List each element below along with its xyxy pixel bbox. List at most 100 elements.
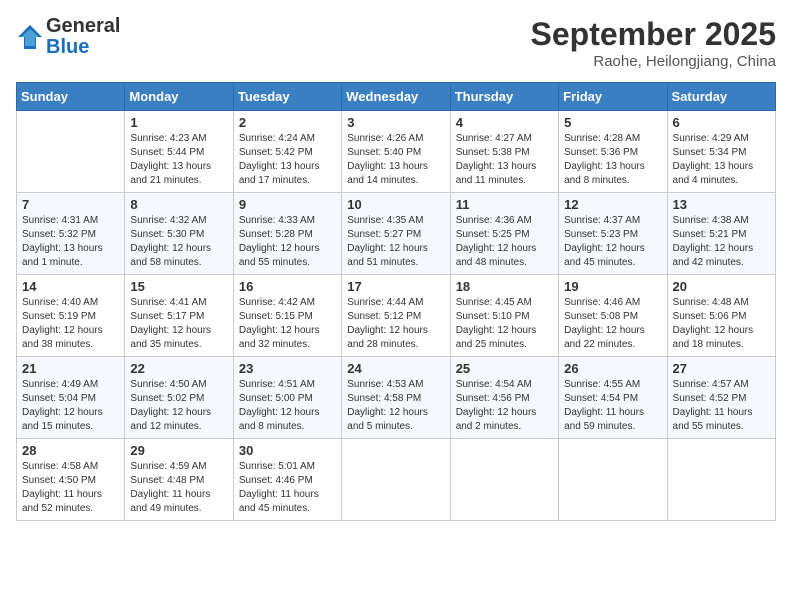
day-number: 14 [22,279,119,294]
day-number: 25 [456,361,553,376]
calendar-week-row: 14 Sunrise: 4:40 AMSunset: 5:19 PMDayligh… [17,275,776,357]
calendar-cell: 6Sunrise: 4:29 AMSunset: 5:34 PMDaylight… [667,111,775,193]
calendar-cell: 27Sunrise: 4:57 AMSunset: 4:52 PMDayligh… [667,357,775,439]
calendar-cell: 12 Sunrise: 4:37 AMSunset: 5:23 PMDayligh… [559,193,667,275]
day-number: 23 [239,361,336,376]
calendar-cell: 29Sunrise: 4:59 AMSunset: 4:48 PMDayligh… [125,439,233,521]
calendar-cell: 24 Sunrise: 4:53 AMSunset: 4:58 PMDayligh… [342,357,450,439]
day-info: Sunrise: 4:37 AMSunset: 5:23 PMDaylight:… [564,214,661,270]
calendar-week-row: 7 Sunrise: 4:31 AMSunset: 5:32 PMDaylight… [17,193,776,275]
day-of-week-header: Wednesday [342,83,450,111]
day-info: Sunrise: 4:58 AMSunset: 4:50 PMDaylight:… [22,460,119,516]
day-info: Sunrise: 4:27 AMSunset: 5:38 PMDaylight:… [456,132,553,188]
day-number: 8 [130,197,227,212]
day-info: Sunrise: 4:32 AMSunset: 5:30 PMDaylight:… [130,214,227,270]
calendar-cell: 7 Sunrise: 4:31 AMSunset: 5:32 PMDaylight… [17,193,125,275]
day-info: Sunrise: 4:44 AMSunset: 5:12 PMDaylight:… [347,296,444,352]
logo-blue: Blue [46,36,89,58]
day-of-week-header: Thursday [450,83,558,111]
day-info: Sunrise: 4:40 AMSunset: 5:19 PMDaylight:… [22,296,119,352]
day-number: 5 [564,115,661,130]
day-info: Sunrise: 4:41 AMSunset: 5:17 PMDaylight:… [130,296,227,352]
logo-general: General [46,15,120,37]
day-info: Sunrise: 5:01 AMSunset: 4:46 PMDaylight:… [239,460,336,516]
day-number: 15 [130,279,227,294]
day-info: Sunrise: 4:49 AMSunset: 5:04 PMDaylight:… [22,378,119,434]
day-info: Sunrise: 4:59 AMSunset: 4:48 PMDaylight:… [130,460,227,516]
calendar-cell [17,111,125,193]
calendar-table: SundayMondayTuesdayWednesdayThursdayFrid… [16,82,776,521]
day-number: 10 [347,197,444,212]
day-info: Sunrise: 4:53 AMSunset: 4:58 PMDaylight:… [347,378,444,434]
calendar-cell: 22Sunrise: 4:50 AMSunset: 5:02 PMDayligh… [125,357,233,439]
calendar-cell: 20 Sunrise: 4:48 AMSunset: 5:06 PMDayligh… [667,275,775,357]
calendar-week-row: 28 Sunrise: 4:58 AMSunset: 4:50 PMDayligh… [17,439,776,521]
calendar-cell: 11 Sunrise: 4:36 AMSunset: 5:25 PMDayligh… [450,193,558,275]
day-number: 24 [347,361,444,376]
calendar-cell [450,439,558,521]
day-number: 7 [22,197,119,212]
calendar-cell: 26Sunrise: 4:55 AMSunset: 4:54 PMDayligh… [559,357,667,439]
day-info: Sunrise: 4:45 AMSunset: 5:10 PMDaylight:… [456,296,553,352]
day-info: Sunrise: 4:54 AMSunset: 4:56 PMDaylight:… [456,378,553,434]
calendar-cell: 5 Sunrise: 4:28 AMSunset: 5:36 PMDaylight… [559,111,667,193]
day-number: 6 [673,115,770,130]
day-info: Sunrise: 4:36 AMSunset: 5:25 PMDaylight:… [456,214,553,270]
day-number: 20 [673,279,770,294]
day-info: Sunrise: 4:48 AMSunset: 5:06 PMDaylight:… [673,296,770,352]
day-info: Sunrise: 4:31 AMSunset: 5:32 PMDaylight:… [22,214,119,270]
day-of-week-header: Sunday [17,83,125,111]
title-block: September 2025 Raohe, Heilongjiang, Chin… [531,16,776,70]
calendar-cell: 16Sunrise: 4:42 AMSunset: 5:15 PMDayligh… [233,275,341,357]
calendar-cell: 1Sunrise: 4:23 AMSunset: 5:44 PMDaylight… [125,111,233,193]
calendar-cell: 23 Sunrise: 4:51 AMSunset: 5:00 PMDayligh… [233,357,341,439]
day-info: Sunrise: 4:50 AMSunset: 5:02 PMDaylight:… [130,378,227,434]
day-info: Sunrise: 4:26 AMSunset: 5:40 PMDaylight:… [347,132,444,188]
day-number: 4 [456,115,553,130]
day-number: 9 [239,197,336,212]
calendar-cell: 14 Sunrise: 4:40 AMSunset: 5:19 PMDayligh… [17,275,125,357]
day-of-week-header: Tuesday [233,83,341,111]
day-number: 18 [456,279,553,294]
calendar-week-row: 1Sunrise: 4:23 AMSunset: 5:44 PMDaylight… [17,111,776,193]
day-info: Sunrise: 4:38 AMSunset: 5:21 PMDaylight:… [673,214,770,270]
calendar-cell: 8 Sunrise: 4:32 AMSunset: 5:30 PMDaylight… [125,193,233,275]
day-info: Sunrise: 4:55 AMSunset: 4:54 PMDaylight:… [564,378,661,434]
day-info: Sunrise: 4:46 AMSunset: 5:08 PMDaylight:… [564,296,661,352]
calendar-cell [667,439,775,521]
calendar-cell: 28 Sunrise: 4:58 AMSunset: 4:50 PMDayligh… [17,439,125,521]
logo-text: General Blue [46,16,120,58]
day-number: 28 [22,443,119,458]
day-number: 2 [239,115,336,130]
day-info: Sunrise: 4:24 AMSunset: 5:42 PMDaylight:… [239,132,336,188]
calendar-header-row: SundayMondayTuesdayWednesdayThursdayFrid… [17,83,776,111]
day-number: 19 [564,279,661,294]
day-number: 11 [456,197,553,212]
day-of-week-header: Friday [559,83,667,111]
calendar-cell: 9Sunrise: 4:33 AMSunset: 5:28 PMDaylight… [233,193,341,275]
day-number: 30 [239,443,336,458]
page-header: General Blue September 2025 Raohe, Heilo… [16,16,776,70]
day-number: 27 [673,361,770,376]
day-number: 3 [347,115,444,130]
calendar-cell: 2 Sunrise: 4:24 AMSunset: 5:42 PMDaylight… [233,111,341,193]
calendar-week-row: 21 Sunrise: 4:49 AMSunset: 5:04 PMDayligh… [17,357,776,439]
calendar-cell: 19 Sunrise: 4:46 AMSunset: 5:08 PMDayligh… [559,275,667,357]
day-number: 21 [22,361,119,376]
day-info: Sunrise: 4:28 AMSunset: 5:36 PMDaylight:… [564,132,661,188]
day-info: Sunrise: 4:23 AMSunset: 5:44 PMDaylight:… [130,132,227,188]
logo-icon [16,23,44,51]
day-number: 16 [239,279,336,294]
logo: General Blue [16,16,120,58]
calendar-cell: 15 Sunrise: 4:41 AMSunset: 5:17 PMDayligh… [125,275,233,357]
day-info: Sunrise: 4:51 AMSunset: 5:00 PMDaylight:… [239,378,336,434]
calendar-cell: 3 Sunrise: 4:26 AMSunset: 5:40 PMDaylight… [342,111,450,193]
calendar-cell: 21 Sunrise: 4:49 AMSunset: 5:04 PMDayligh… [17,357,125,439]
day-of-week-header: Monday [125,83,233,111]
calendar-cell: 10Sunrise: 4:35 AMSunset: 5:27 PMDayligh… [342,193,450,275]
calendar-cell: 17Sunrise: 4:44 AMSunset: 5:12 PMDayligh… [342,275,450,357]
calendar-cell [559,439,667,521]
calendar-cell: 4 Sunrise: 4:27 AMSunset: 5:38 PMDaylight… [450,111,558,193]
day-number: 12 [564,197,661,212]
day-number: 13 [673,197,770,212]
